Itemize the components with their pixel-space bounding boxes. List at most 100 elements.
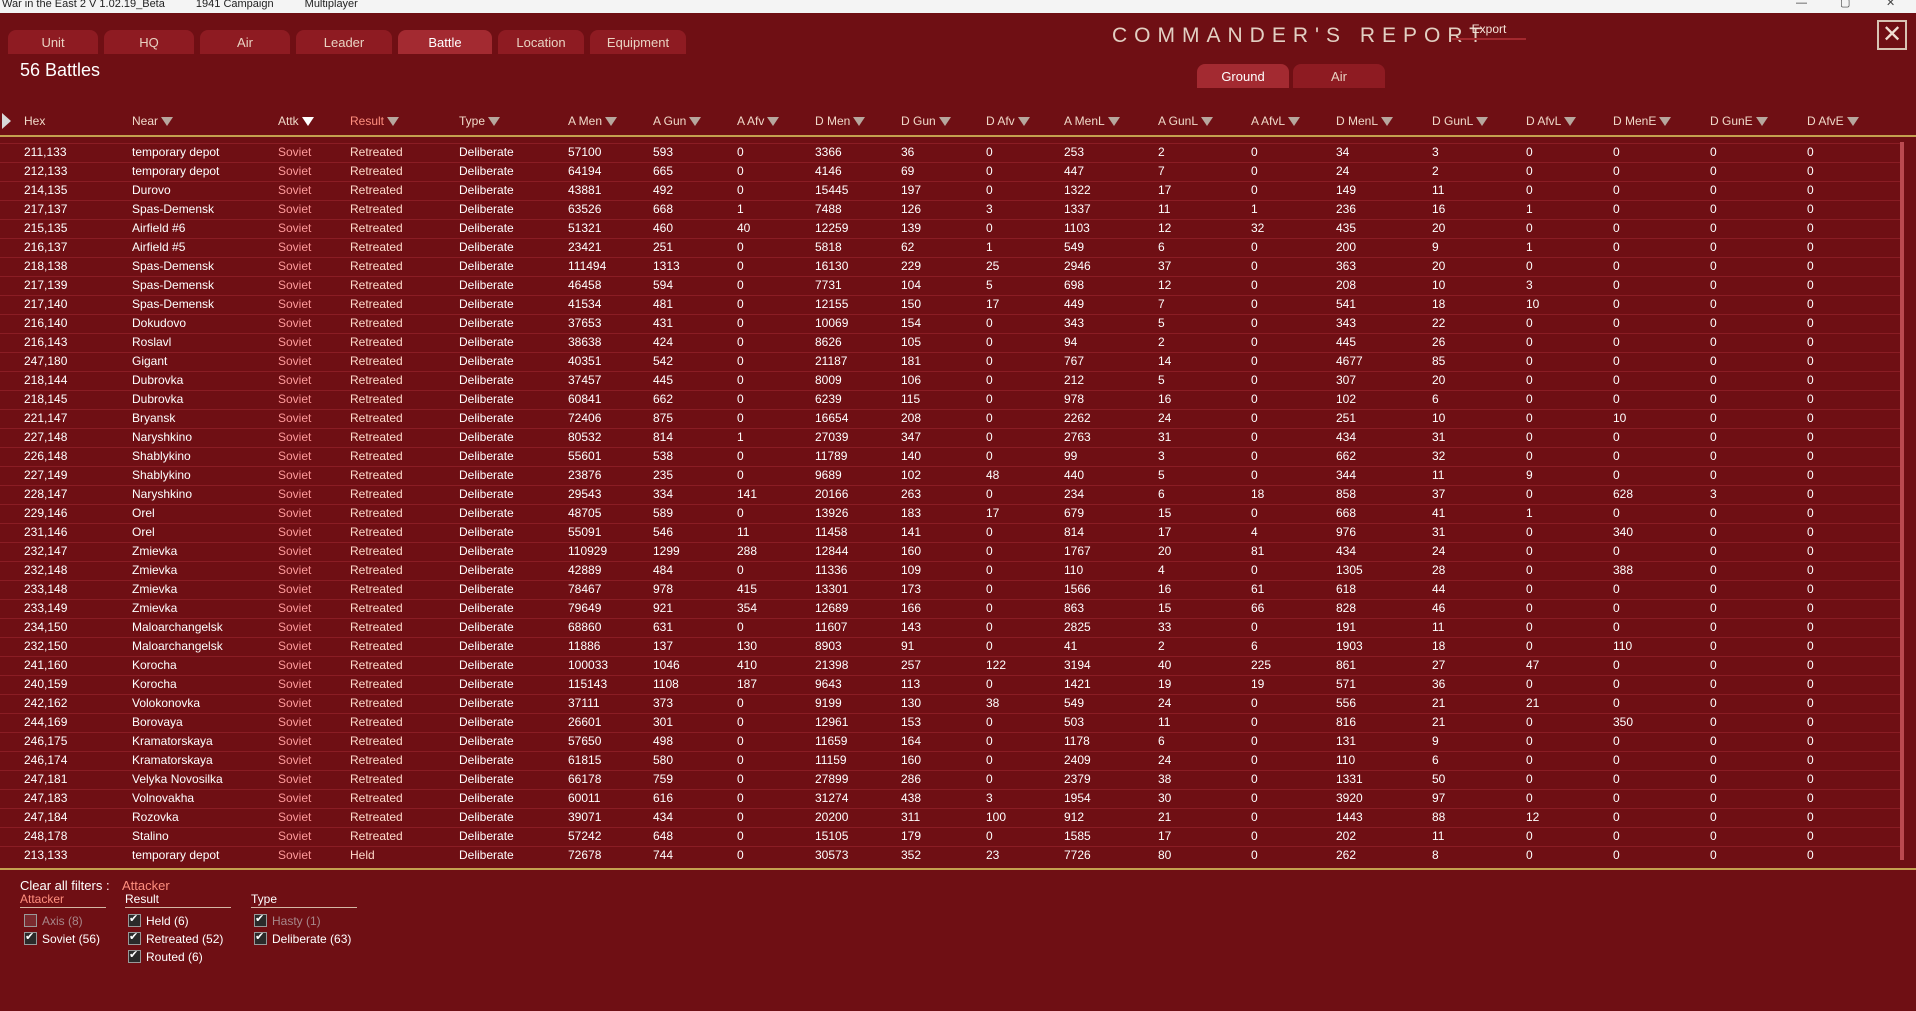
table-row[interactable]: 233,148 Zmievka Soviet Retreated Deliberate 7… [0,581,1900,600]
filter-hasty[interactable]: Hasty (1) [254,912,321,928]
window-close-icon[interactable]: ✕ [1886,0,1895,9]
table-row[interactable]: 248,178 Stalino Soviet Retreated Deliberate 5… [0,828,1900,847]
checkbox-icon[interactable] [254,930,267,945]
column-header[interactable]: A AfvL [1251,114,1301,128]
table-row[interactable]: 215,135 Airfield #6 Soviet Retreated Deliber… [0,220,1900,239]
filter-icon[interactable] [1017,117,1030,126]
table-row[interactable]: 229,146 Orel Soviet Retreated Deliberate 4870… [0,505,1900,524]
scrollbar[interactable] [1900,142,1904,860]
column-header[interactable]: D GunL [1432,114,1489,128]
tab-equipment[interactable]: Equipment [590,30,686,54]
table-row[interactable]: 228,147 Naryshkino Soviet Retreated Delibera… [0,486,1900,505]
export-button[interactable]: Export [1452,20,1526,40]
minimize-icon[interactable]: — [1796,0,1807,9]
filter-icon[interactable] [1107,117,1120,126]
table-row[interactable]: 242,162 Volokonovka Soviet Retreated Deliber… [0,695,1900,714]
table-row[interactable]: 247,184 Rozovka Soviet Retreated Deliberate 3… [0,809,1900,828]
column-header[interactable]: Result [350,114,400,128]
filter-icon[interactable] [1659,117,1672,126]
table-row[interactable]: 216,143 Roslavl Soviet Retreated Deliberate 3… [0,334,1900,353]
table-row[interactable]: 233,149 Zmievka Soviet Retreated Deliberate 7… [0,600,1900,619]
table-row[interactable]: 218,138 Spas-Demensk Soviet Retreated Delibe… [0,258,1900,277]
checkbox-icon[interactable] [24,930,37,945]
filter-icon[interactable] [488,117,501,126]
filter-icon[interactable] [1201,117,1214,126]
filter-icon[interactable] [161,117,174,126]
column-header[interactable]: Hex [24,114,45,128]
table-row[interactable]: 227,149 Shablykino Soviet Retreated Delibera… [0,467,1900,486]
tab-air[interactable]: Air [200,30,290,54]
maximize-icon[interactable]: ▢ [1840,0,1850,9]
column-header[interactable]: Type [459,114,501,128]
checkbox-icon[interactable] [254,912,267,927]
table-row[interactable]: 247,181 Velyka Novosilka Soviet Retreated De… [0,771,1900,790]
filter-axis[interactable]: Axis (8) [24,914,83,928]
checkbox-icon[interactable] [128,930,141,945]
table-row[interactable]: 216,140 Dokudovo Soviet Retreated Deliberate… [0,315,1900,334]
close-button[interactable]: ✕ [1877,20,1907,50]
sort-filter-icon[interactable] [387,117,400,126]
table-row[interactable]: 218,145 Dubrovka Soviet Retreated Deliberate… [0,391,1900,410]
column-header[interactable]: A Men [568,114,618,128]
table-row[interactable]: 213,133 temporary depot Soviet Held Delibera… [0,847,1900,865]
table-row[interactable]: 212,133 temporary depot Soviet Retreated Del… [0,163,1900,182]
filter-held[interactable]: Held (6) [128,912,189,928]
table-row[interactable]: 231,146 Orel Soviet Retreated Deliberate 5509… [0,524,1900,543]
table-row[interactable]: 240,159 Korocha Soviet Retreated Deliberate 1… [0,676,1900,695]
tab-hq[interactable]: HQ [104,30,194,54]
subtab-air[interactable]: Air [1293,64,1385,88]
filter-icon[interactable] [1381,117,1394,126]
subtab-ground[interactable]: Ground [1197,64,1289,88]
table-row[interactable]: 232,147 Zmievka Soviet Retreated Deliberate 1… [0,543,1900,562]
column-header[interactable]: D Afv [986,114,1030,128]
table-row[interactable]: 217,140 Spas-Demensk Soviet Retreated Delibe… [0,296,1900,315]
table-row[interactable]: 211,133 temporary depot Soviet Retreated Del… [0,144,1900,163]
tab-battle[interactable]: Battle [398,30,492,54]
table-row[interactable]: 247,183 Volnovakha Soviet Retreated Delibera… [0,790,1900,809]
table-row[interactable]: 232,148 Zmievka Soviet Retreated Deliberate 4… [0,562,1900,581]
table-row[interactable]: 216,137 Airfield #5 Soviet Retreated Deliber… [0,239,1900,258]
column-header[interactable]: A GunL [1158,114,1214,128]
tab-leader[interactable]: Leader [296,30,392,54]
table-row[interactable]: 244,169 Borovaya Soviet Retreated Deliberate… [0,714,1900,733]
checkbox-icon[interactable] [128,912,141,927]
filter-icon[interactable] [938,117,951,126]
column-header[interactable]: D MenL [1336,114,1394,128]
table-row[interactable]: 217,139 Spas-Demensk Soviet Retreated Delibe… [0,277,1900,296]
checkbox-icon[interactable] [24,914,37,927]
table-row[interactable]: 214,135 Durovo Soviet Retreated Deliberate 43… [0,182,1900,201]
column-header[interactable]: D Gun [901,114,951,128]
checkbox-icon[interactable] [128,948,141,963]
table-row[interactable]: 221,147 Bryansk Soviet Retreated Deliberate 7… [0,410,1900,429]
filter-icon[interactable] [301,117,314,126]
filter-icon[interactable] [1288,117,1301,126]
scrollbar-handle[interactable] [1900,142,1904,860]
table-row[interactable]: 241,160 Korocha Soviet Retreated Deliberate 1… [0,657,1900,676]
filter-icon[interactable] [1755,117,1768,126]
play-icon[interactable] [2,113,11,129]
column-header[interactable]: Near [132,114,174,128]
filter-icon[interactable] [1564,117,1577,126]
column-header[interactable]: A Gun [653,114,702,128]
tab-location[interactable]: Location [498,30,584,54]
column-header[interactable]: A Afv [737,114,780,128]
table-row[interactable]: 246,174 Kramatorskaya Soviet Retreated Delib… [0,752,1900,771]
table-row[interactable]: 232,150 Maloarchangelsk Soviet Retreated Del… [0,638,1900,657]
table-row[interactable] [0,135,1900,144]
filter-icon[interactable] [1476,117,1489,126]
table-row[interactable]: 234,150 Maloarchangelsk Soviet Retreated Del… [0,619,1900,638]
filter-icon[interactable] [767,117,780,126]
table-row[interactable]: 247,180 Gigant Soviet Retreated Deliberate 40… [0,353,1900,372]
filter-icon[interactable] [605,117,618,126]
filter-soviet[interactable]: Soviet (56) [24,930,100,946]
column-header[interactable]: D AfvL [1526,114,1577,128]
filter-icon[interactable] [853,117,866,126]
table-row[interactable]: 246,175 Kramatorskaya Soviet Retreated Delib… [0,733,1900,752]
filter-deliberate[interactable]: Deliberate (63) [254,930,351,946]
column-header[interactable]: D AfvE [1807,114,1859,128]
column-header[interactable]: D Men [815,114,866,128]
table-row[interactable]: 227,148 Naryshkino Soviet Retreated Delibera… [0,429,1900,448]
filter-icon[interactable] [689,117,702,126]
table-row[interactable]: 218,144 Dubrovka Soviet Retreated Deliberate… [0,372,1900,391]
column-header[interactable]: A MenL [1064,114,1120,128]
